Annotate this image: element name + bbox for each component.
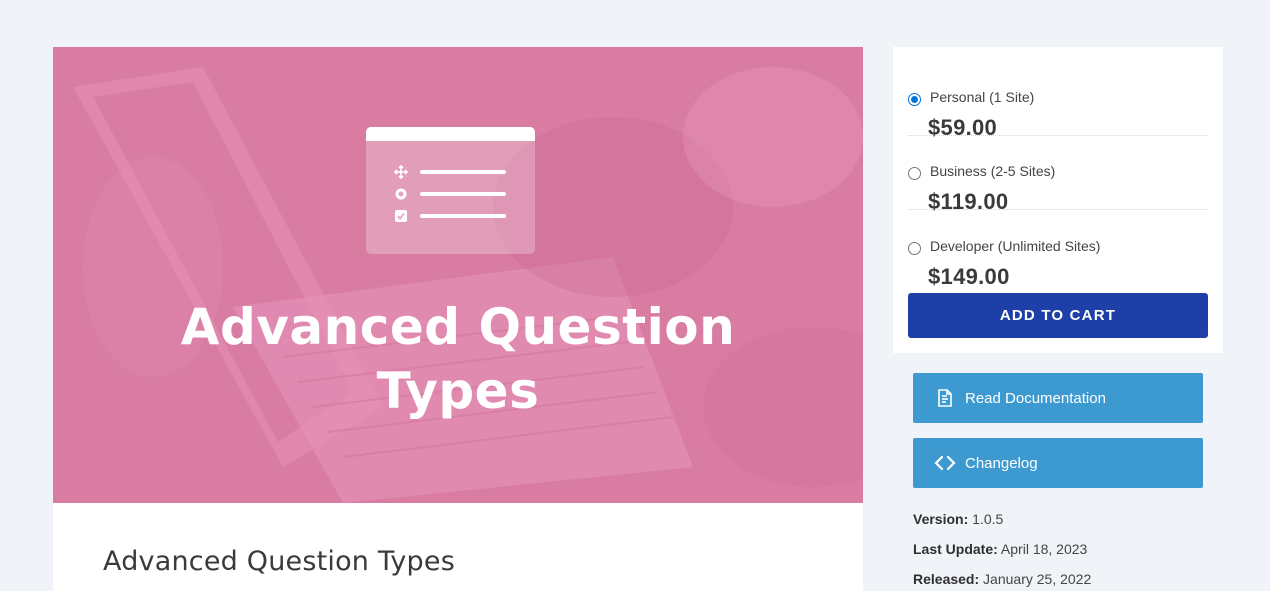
price-option-developer[interactable]: Developer (Unlimited Sites) $149.00 (908, 210, 1208, 289)
checkbox-icon (394, 209, 408, 223)
price-radio-personal[interactable] (908, 93, 921, 106)
price-radio-developer[interactable] (908, 242, 921, 255)
price-option-personal[interactable]: Personal (1 Site) $59.00 (908, 61, 1208, 140)
meta-released-label: Released: (913, 571, 980, 587)
product-content-card: Advanced Question Types (53, 503, 863, 591)
meta-last-update-value: April 18, 2023 (1000, 541, 1088, 557)
read-documentation-button[interactable]: Read Documentation (913, 373, 1203, 423)
radio-circle-icon (394, 187, 408, 201)
price-option-business[interactable]: Business (2-5 Sites) $119.00 (908, 135, 1208, 214)
hero-title: Advanced Question Types (180, 298, 736, 420)
question-types-icon (366, 127, 535, 254)
meta-version-value: 1.0.5 (972, 511, 1004, 527)
changelog-label: Changelog (965, 454, 1038, 472)
meta-released-value: January 25, 2022 (983, 571, 1092, 587)
meta-last-update: Last Update: April 18, 2023 (913, 541, 1087, 557)
code-icon (934, 452, 956, 474)
price-radio-business[interactable] (908, 167, 921, 180)
laptop-background-illustration (53, 47, 863, 503)
price-option-label: Business (2-5 Sites) (930, 163, 1056, 179)
meta-released: Released: January 25, 2022 (913, 571, 1091, 587)
move-arrows-icon (394, 165, 408, 179)
price-option-price: $149.00 (928, 264, 1010, 289)
changelog-button[interactable]: Changelog (913, 438, 1203, 488)
price-option-label: Developer (Unlimited Sites) (930, 238, 1101, 254)
product-hero-image: Advanced Question Types (53, 47, 863, 503)
meta-version: Version: 1.0.5 (913, 511, 1003, 527)
add-to-cart-button[interactable]: ADD TO CART (908, 293, 1208, 338)
meta-last-update-label: Last Update: (913, 541, 998, 557)
meta-version-label: Version: (913, 511, 969, 527)
price-option-label: Personal (1 Site) (930, 89, 1035, 105)
read-documentation-label: Read Documentation (965, 389, 1106, 407)
pricing-panel: Personal (1 Site) $59.00 Business (2-5 S… (893, 47, 1223, 353)
document-icon (934, 387, 956, 409)
product-title: Advanced Question Types (103, 546, 455, 577)
